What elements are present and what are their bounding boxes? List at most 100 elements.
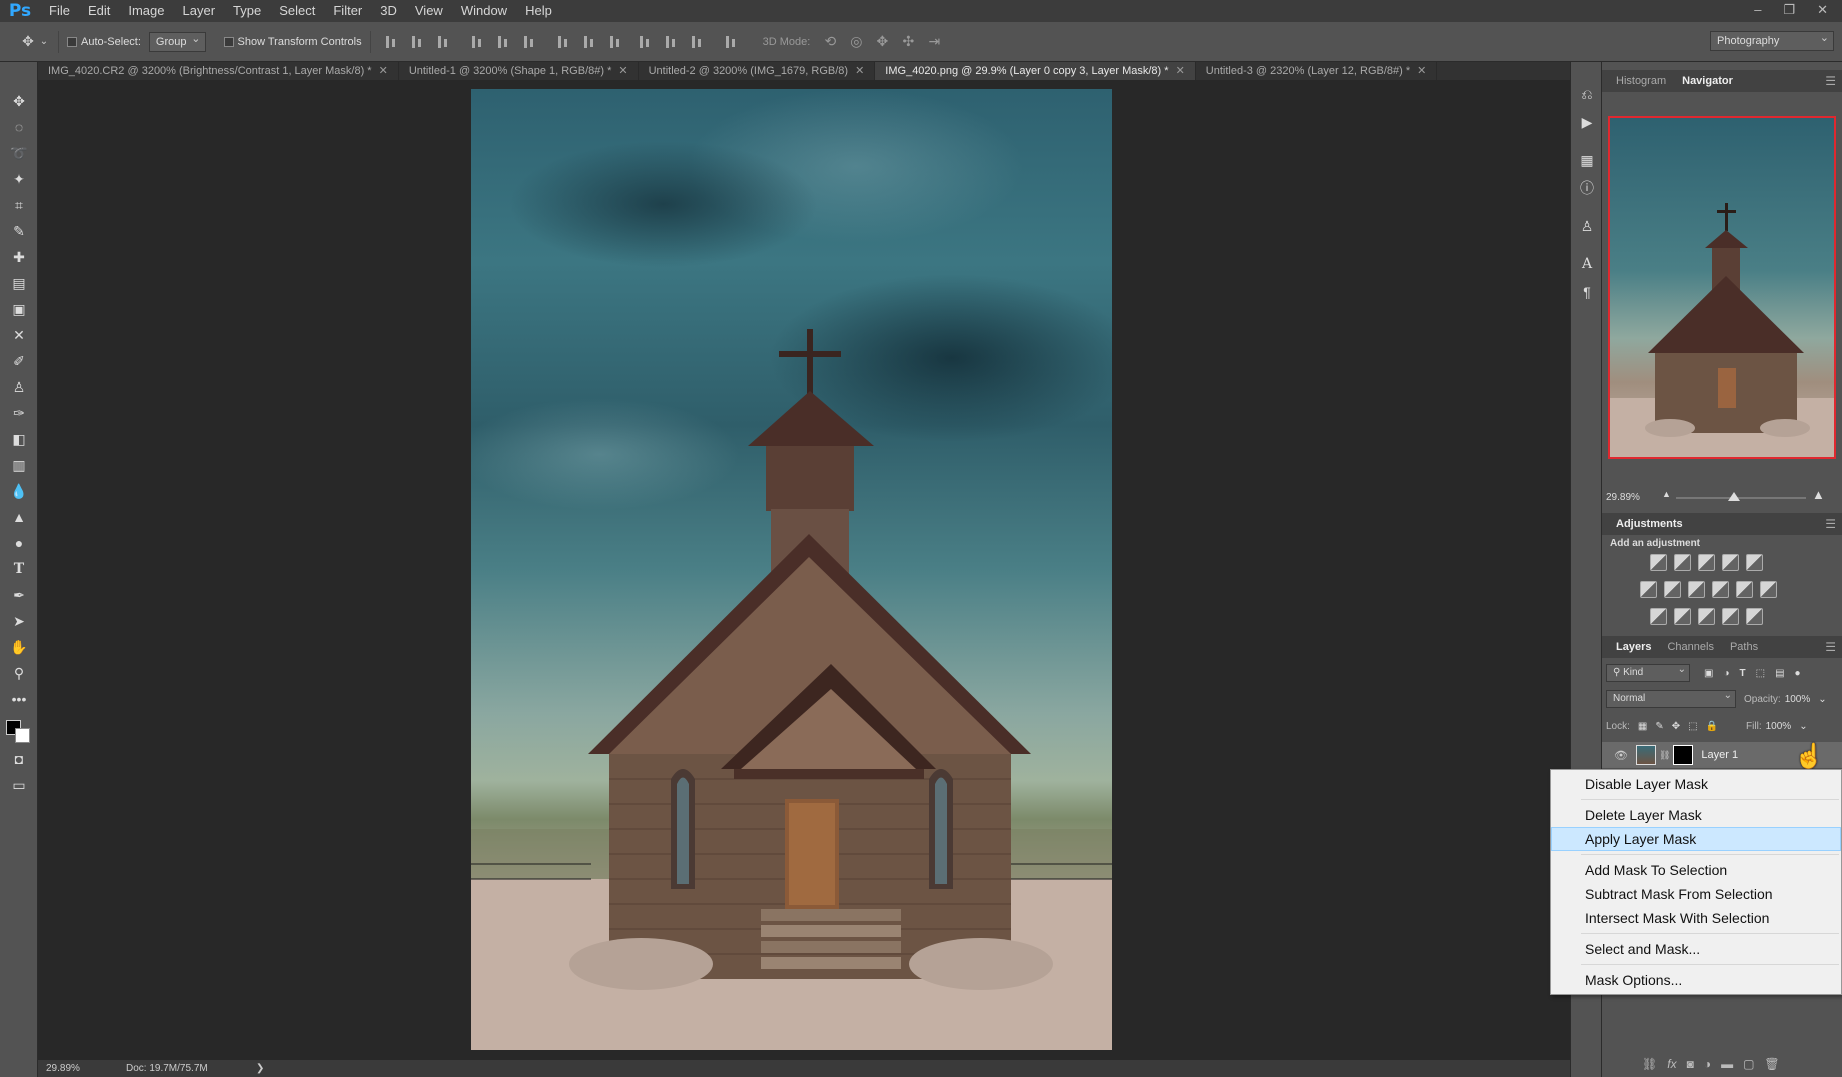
brightness-contrast-icon[interactable] <box>1650 554 1667 571</box>
auto-select-dropdown[interactable]: Group <box>148 30 206 52</box>
menu-item-mask-options[interactable]: Mask Options... <box>1551 968 1841 992</box>
menu-layer[interactable]: Layer <box>174 0 225 22</box>
distribute-bottom-icon[interactable] <box>607 33 625 51</box>
channel-mixer-icon[interactable] <box>1736 581 1753 598</box>
distribute-left-icon[interactable] <box>637 33 655 51</box>
menu-item-disable-layer-mask[interactable]: Disable Layer Mask <box>1551 772 1841 796</box>
color-swatches[interactable] <box>0 712 38 746</box>
layer-mask-thumbnail[interactable] <box>1673 745 1694 765</box>
tab-untitled-2[interactable]: Untitled-2 @ 3200% (IMG_1679, RGB/8) ✕ <box>639 62 876 80</box>
tab-navigator[interactable]: Navigator <box>1674 70 1741 92</box>
distribute-vcenter-icon[interactable] <box>581 33 599 51</box>
clone-source-panel-icon[interactable]: ♙ <box>1571 212 1603 240</box>
hue-saturation-icon[interactable] <box>1640 581 1657 598</box>
black-white-icon[interactable] <box>1688 581 1705 598</box>
lock-transparent-icon[interactable]: ▦ <box>1638 721 1647 732</box>
auto-select-checkbox[interactable] <box>67 36 77 47</box>
lock-pixels-icon[interactable]: ✎ <box>1655 721 1663 732</box>
align-top-icon[interactable] <box>383 33 401 51</box>
tab-layers[interactable]: Layers <box>1608 636 1659 658</box>
ruler-tool-icon[interactable]: ▤ <box>0 270 38 296</box>
eyedropper-tool-icon[interactable]: ✎ <box>0 218 38 244</box>
delete-layer-icon[interactable]: 🗑 <box>1764 1057 1779 1071</box>
minimize-icon[interactable]: – <box>1754 0 1761 20</box>
menu-filter[interactable]: Filter <box>324 0 371 22</box>
menu-image[interactable]: Image <box>119 0 173 22</box>
menu-item-apply-layer-mask[interactable]: Apply Layer Mask <box>1551 827 1841 851</box>
filter-shape-icon[interactable]: ⬚ <box>1756 668 1765 679</box>
3d-scale-icon[interactable]: ⇥ <box>924 32 944 52</box>
zoom-tool-icon[interactable]: ⚲ <box>0 660 38 686</box>
tab-untitled-1[interactable]: Untitled-1 @ 3200% (Shape 1, RGB/8#) * ✕ <box>399 62 639 80</box>
link-layers-icon[interactable]: ⛓ <box>1642 1057 1657 1071</box>
layer-name[interactable]: Layer 1 <box>1701 749 1738 761</box>
menu-window[interactable]: Window <box>452 0 516 22</box>
opacity-value[interactable]: 100% <box>1785 694 1811 705</box>
workspace-dropdown[interactable]: Photography <box>1710 29 1834 51</box>
status-menu-arrow-icon[interactable]: ❯ <box>256 1063 264 1074</box>
filter-toggle-icon[interactable]: ● <box>1795 668 1801 679</box>
tab-channels[interactable]: Channels <box>1659 636 1721 658</box>
move-tool-icon[interactable]: ✥ <box>18 32 38 52</box>
panel-menu-icon[interactable]: ☰ <box>1825 74 1836 88</box>
menu-item-subtract-mask-from-selection[interactable]: Subtract Mask From Selection <box>1551 882 1841 906</box>
fill-value[interactable]: 100% <box>1766 721 1792 732</box>
fill-chevron-icon[interactable]: ⌄ <box>1799 721 1807 732</box>
close-icon[interactable]: ✕ <box>379 62 388 80</box>
layer-item-layer-1[interactable]: 👁 ⛓ Layer 1 ☝ <box>1602 742 1842 770</box>
distribute-top-icon[interactable] <box>555 33 573 51</box>
hand-tool-icon[interactable]: ✋ <box>0 634 38 660</box>
pen-tool-icon[interactable]: ✒ <box>0 582 38 608</box>
opacity-chevron-icon[interactable]: ⌄ <box>1818 694 1826 705</box>
actions-panel-icon[interactable]: ▶ <box>1571 108 1603 136</box>
screen-mode-icon[interactable]: ▭ <box>0 772 38 798</box>
background-color-swatch[interactable] <box>15 728 30 743</box>
panel-menu-icon[interactable]: ☰ <box>1825 640 1836 654</box>
move-tool-icon[interactable]: ✥ <box>0 88 38 114</box>
exposure-icon[interactable] <box>1722 554 1739 571</box>
color-balance-icon[interactable] <box>1664 581 1681 598</box>
filter-type-icon[interactable]: T <box>1740 668 1746 679</box>
marquee-tool-icon[interactable]: ◌ <box>0 114 38 140</box>
menu-3d[interactable]: 3D <box>371 0 406 22</box>
navigator-thumbnail[interactable] <box>1608 116 1836 459</box>
3d-slide-icon[interactable]: ✣ <box>898 32 918 52</box>
menu-item-delete-layer-mask[interactable]: Delete Layer Mask <box>1551 803 1841 827</box>
lock-all-icon[interactable]: 🔒 <box>1706 721 1718 732</box>
selective-color-icon[interactable] <box>1722 608 1739 625</box>
menu-item-intersect-mask-with-selection[interactable]: Intersect Mask With Selection <box>1551 906 1841 930</box>
menu-file[interactable]: File <box>40 0 79 22</box>
tab-img4020-png[interactable]: IMG_4020.png @ 29.9% (Layer 0 copy 3, La… <box>875 62 1196 80</box>
menu-type[interactable]: Type <box>224 0 270 22</box>
3d-pan-icon[interactable]: ✥ <box>872 32 892 52</box>
close-icon[interactable]: ✕ <box>618 62 627 80</box>
navigator-zoom-slider[interactable] <box>1676 492 1806 501</box>
filter-adjustment-icon[interactable]: ◑ <box>1723 668 1729 679</box>
tool-preset-chevron-icon[interactable]: ⌄ <box>38 32 50 52</box>
healing-brush-tool-icon[interactable]: ✚ <box>0 244 38 270</box>
3d-roll-icon[interactable]: ◎ <box>846 32 866 52</box>
panel-menu-icon[interactable]: ☰ <box>1825 517 1836 531</box>
restore-icon[interactable]: ❐ <box>1783 0 1795 20</box>
history-panel-icon[interactable]: ⎌ <box>1571 80 1603 108</box>
frame-tool-icon[interactable]: ▣ <box>0 296 38 322</box>
zoom-readout[interactable]: 29.89% <box>46 1063 126 1074</box>
brush-tool-icon[interactable]: ✐ <box>0 348 38 374</box>
menu-edit[interactable]: Edit <box>79 0 119 22</box>
zoom-in-icon[interactable]: ▲ <box>1812 487 1825 502</box>
document-image[interactable] <box>471 89 1112 1050</box>
curves-icon[interactable] <box>1698 554 1715 571</box>
3d-rotate-icon[interactable]: ⟲ <box>820 32 840 52</box>
vibrance-icon[interactable] <box>1746 554 1763 571</box>
canvas-area[interactable] <box>40 81 1542 1060</box>
distribute-right-icon[interactable] <box>689 33 707 51</box>
more-tools-icon[interactable]: ••• <box>0 686 38 712</box>
photo-filter-icon[interactable] <box>1712 581 1729 598</box>
align-bottom-icon[interactable] <box>435 33 453 51</box>
filter-smart-object-icon[interactable]: ▤ <box>1775 668 1784 679</box>
new-adjustment-layer-icon[interactable]: ◑ <box>1704 1057 1711 1071</box>
properties-panel-icon[interactable]: ▦ <box>1571 146 1603 174</box>
close-icon[interactable]: ✕ <box>1176 62 1185 80</box>
show-transform-checkbox[interactable] <box>223 36 234 47</box>
align-right-icon[interactable] <box>521 33 539 51</box>
